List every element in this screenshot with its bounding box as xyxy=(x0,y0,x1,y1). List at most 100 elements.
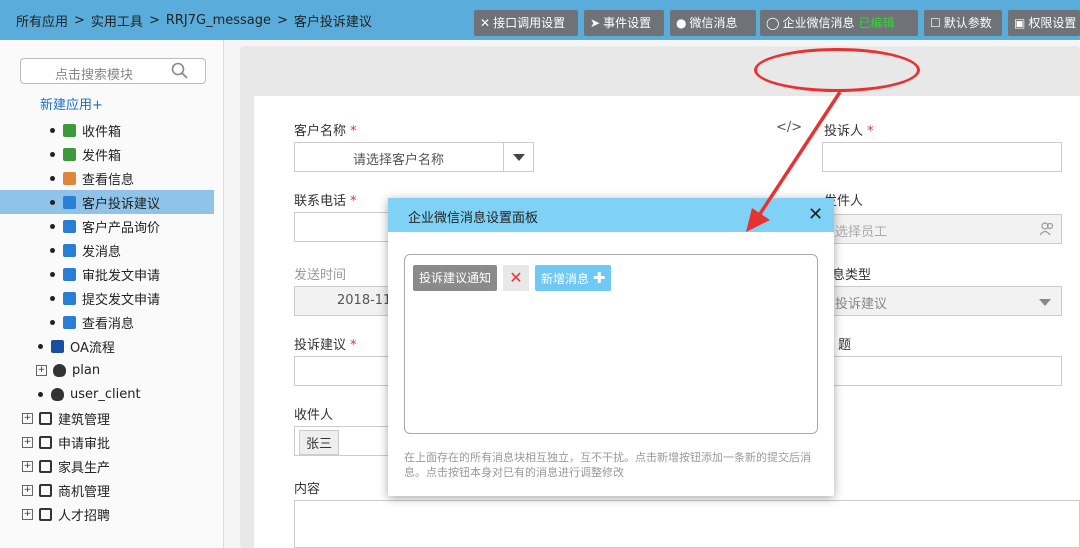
event-settings-button[interactable]: ➤ 事件设置 xyxy=(584,10,664,36)
chevron-down-icon[interactable] xyxy=(503,143,533,171)
customer-name-placeholder: 请选择客户名称 xyxy=(353,153,445,168)
sidebar-item-label: user_client xyxy=(70,386,141,402)
sidebar-item-complaints[interactable]: 客户投诉建议 xyxy=(0,190,214,214)
plus-icon: ✚ xyxy=(592,269,606,287)
cube-icon xyxy=(39,411,52,425)
sidebar-item-label: 建筑管理 xyxy=(58,412,111,428)
message-type-value: 投诉建议 xyxy=(835,297,888,312)
wrench-icon: ✕ xyxy=(480,16,491,30)
phone-field[interactable] xyxy=(294,212,394,242)
bullet-icon xyxy=(50,127,55,133)
users-icon xyxy=(1039,222,1054,236)
sidebar-item-approval[interactable]: + 申请审批 xyxy=(0,430,223,454)
cube-icon xyxy=(39,435,52,449)
sidebar-item-user-client[interactable]: user_client xyxy=(0,382,223,406)
content-textarea[interactable] xyxy=(294,500,1080,548)
wechat-icon: ● xyxy=(676,16,687,30)
sidebar-item-submit-doc[interactable]: 提交发文申请 xyxy=(0,286,223,310)
message-block-panel: 投诉建议通知 ✕ 新增消息 ✚ xyxy=(404,254,818,434)
breadcrumb-app[interactable]: RRJ7G_message xyxy=(166,13,271,28)
org-chart-icon xyxy=(51,339,64,353)
breadcrumb-all-apps[interactable]: 所有应用 xyxy=(16,11,68,30)
sidebar-item-approve-doc[interactable]: 审批发文申请 xyxy=(0,262,223,286)
search-icon[interactable] xyxy=(171,62,189,80)
sidebar-item-label: 查看信息 xyxy=(82,172,135,188)
recipient-chip[interactable]: 张三 xyxy=(299,430,340,455)
sidebar-item-label: 发件箱 xyxy=(82,148,122,164)
send-time-field[interactable]: 2018-11 xyxy=(294,286,394,316)
doc-icon xyxy=(63,243,76,257)
bullet-icon xyxy=(50,175,55,181)
sender-placeholder: 选择员工 xyxy=(835,225,888,240)
sidebar-item-view-messages[interactable]: 查看消息 xyxy=(0,310,223,334)
breadcrumb-tools[interactable]: 实用工具 xyxy=(91,11,143,30)
complainant-field[interactable] xyxy=(822,142,1062,172)
send-time-value: 2018-11 xyxy=(337,293,392,308)
sidebar-item-label: 申请审批 xyxy=(58,436,111,452)
cube-icon xyxy=(39,483,52,497)
bullet-icon xyxy=(38,343,43,349)
sidebar-item-view-info[interactable]: 查看信息 xyxy=(0,166,223,190)
sidebar-item-oa-flow[interactable]: OA流程 xyxy=(0,334,223,358)
api-settings-button[interactable]: ✕ 接口调用设置 xyxy=(474,10,578,36)
default-params-button[interactable]: ☐ 默认参数 xyxy=(924,10,1002,36)
doc-icon xyxy=(63,195,76,209)
sidebar-item-plan[interactable]: + plan xyxy=(0,358,223,382)
edited-status-badge: 已编辑 xyxy=(858,16,895,30)
database-icon xyxy=(53,363,66,377)
sidebar-item-recruitment[interactable]: + 人才招聘 xyxy=(0,502,223,526)
expand-icon[interactable]: + xyxy=(22,484,33,496)
subject-field[interactable] xyxy=(822,356,1062,386)
sidebar-item-label: 审批发文申请 xyxy=(82,268,161,284)
sidebar-item-outbox[interactable]: 发件箱 xyxy=(0,142,223,166)
permission-settings-button[interactable]: ▣ 权限设置 xyxy=(1008,10,1080,36)
doc-icon xyxy=(63,267,76,281)
remove-tag-icon[interactable]: ✕ xyxy=(503,265,529,291)
module-search-input[interactable]: 点击搜索模块 xyxy=(20,58,206,84)
sidebar-item-furniture[interactable]: + 家具生产 xyxy=(0,454,223,478)
bullet-icon xyxy=(50,319,55,325)
new-app-link[interactable]: 新建应用+ xyxy=(40,94,103,113)
enterprise-wechat-button[interactable]: ◯ 企业微信消息 已编辑 xyxy=(760,10,918,36)
code-icon[interactable]: </> xyxy=(776,120,802,135)
doc-icon xyxy=(63,291,76,305)
message-tag-complaint[interactable]: 投诉建议通知 xyxy=(413,265,498,291)
expand-icon[interactable]: + xyxy=(22,436,33,448)
expand-icon[interactable]: + xyxy=(22,460,33,472)
expand-icon[interactable]: + xyxy=(36,364,47,376)
recipient-field[interactable]: 张三 xyxy=(294,426,394,456)
add-message-button[interactable]: 新增消息 ✚ xyxy=(535,265,612,291)
form-icon xyxy=(63,171,76,185)
sidebar-item-label: 收件箱 xyxy=(82,124,122,140)
complaint-field[interactable] xyxy=(294,356,394,386)
sidebar-item-construction[interactable]: + 建筑管理 xyxy=(0,406,223,430)
expand-icon[interactable]: + xyxy=(22,412,33,424)
sidebar-item-send-message[interactable]: 发消息 xyxy=(0,238,223,262)
modal-header: 企业微信消息设置面板 ✕ xyxy=(388,198,834,232)
search-placeholder: 点击搜索模块 xyxy=(55,68,134,83)
sidebar-item-label: 发消息 xyxy=(82,244,122,260)
sidebar-item-inquiry[interactable]: 客户产品询价 xyxy=(0,214,223,238)
id-card-icon: ▣ xyxy=(1014,16,1026,30)
subject-label: 题 xyxy=(838,338,852,353)
sidebar-item-label: 查看消息 xyxy=(82,316,135,332)
wechat-message-button[interactable]: ● 微信消息 xyxy=(670,10,756,36)
customer-name-select[interactable]: 请选择客户名称 xyxy=(294,142,534,172)
excel-icon xyxy=(63,123,76,137)
database-icon xyxy=(51,387,64,401)
bullet-icon xyxy=(50,295,55,301)
complainant-label: 投诉人 * xyxy=(824,124,874,139)
sidebar-item-opportunity[interactable]: + 商机管理 xyxy=(0,478,223,502)
bullet-icon xyxy=(50,199,55,205)
sidebar-item-label: 商机管理 xyxy=(58,484,111,500)
bullet-icon xyxy=(38,391,43,397)
sender-select[interactable]: 选择员工 xyxy=(822,214,1062,244)
sidebar-item-label: 人才招聘 xyxy=(58,508,111,524)
sidebar-item-label: 提交发文申请 xyxy=(82,292,161,308)
message-type-select[interactable]: 投诉建议 xyxy=(822,286,1062,316)
recipient-label: 收件人 xyxy=(294,408,334,423)
sidebar-item-inbox[interactable]: 收件箱 xyxy=(0,118,223,142)
expand-icon[interactable]: + xyxy=(22,508,33,520)
bullet-icon xyxy=(50,247,55,253)
close-icon[interactable]: ✕ xyxy=(808,204,823,225)
